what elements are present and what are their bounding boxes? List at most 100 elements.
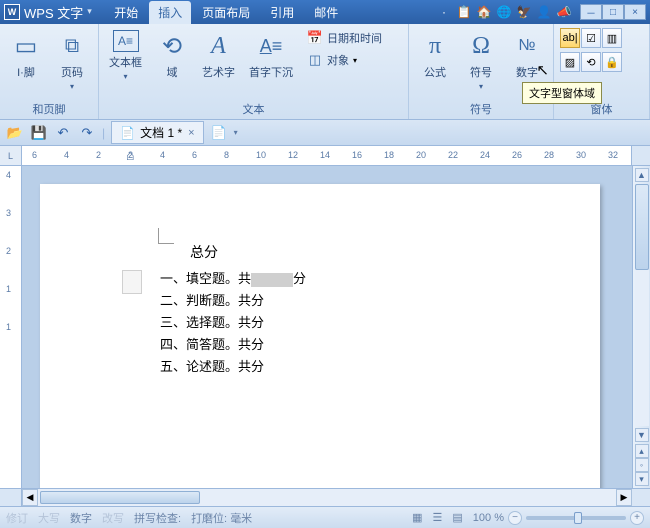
app-title: WPS 文字 — [24, 3, 83, 22]
document-page[interactable]: 总分 一、填空题。共分二、判断题。共分三、选择题。共分四、简答题。共分五、论述题… — [40, 184, 600, 488]
new-doc-button[interactable]: 📄 — [210, 124, 228, 142]
ribbon-group-form: ab| ☑ ▥ ▨ ⟲ 🔒 窗体 — [554, 24, 650, 119]
scroll-right-button[interactable]: ▶ — [616, 489, 632, 506]
scroll-up-button[interactable]: ▲ — [635, 168, 649, 182]
header-footer-button[interactable]: ▭ I·脚 — [6, 28, 46, 82]
tab-start[interactable]: 开始 — [105, 1, 147, 24]
redo-button[interactable]: ↷ — [78, 124, 96, 142]
browse-object-button[interactable]: ◦ — [635, 458, 649, 472]
scroll-thumb[interactable] — [635, 184, 649, 270]
title-bar: W WPS 文字 ▾ 开始 插入 页面布局 引用 邮件 · 📋 🏠 🌐 🦅 👤 … — [0, 0, 650, 24]
tab-references[interactable]: 引用 — [261, 1, 303, 24]
document-tab[interactable]: 📄 文档 1 * × — [111, 121, 203, 144]
home-icon[interactable]: 🏠 — [476, 4, 492, 20]
undo-button[interactable]: ↶ — [54, 124, 72, 142]
ribbon-group-text: A≡ 文本框 ▾ ⟲ 域 A 艺术字 A≡ 首字下沉 📅 日期和时间 — [99, 24, 409, 119]
ruler-tick: 14 — [320, 150, 330, 160]
checkbox-form-field-button[interactable]: ☑ — [581, 28, 601, 48]
chevron-down-icon: ▾ — [479, 82, 483, 91]
horizontal-scrollbar[interactable]: ◀ ▶ — [0, 488, 650, 506]
doc-line-suffix: 分 — [293, 271, 306, 286]
protect-form-button[interactable]: 🔒 — [602, 52, 622, 72]
dropcap-label: 首字下沉 — [249, 64, 293, 80]
prev-page-button[interactable]: ▴ — [635, 444, 649, 458]
view-print-layout-button[interactable]: ▦ — [412, 511, 422, 524]
save-button[interactable]: 💾 — [30, 124, 48, 142]
number-label: 数字 — [516, 64, 538, 80]
textbox-button[interactable]: A≡ 文本框 ▾ — [105, 28, 146, 83]
omega-icon: Ω — [465, 30, 497, 62]
formula-button[interactable]: π 公式 — [415, 28, 455, 82]
dropcap-button[interactable]: A≡ 首字下沉 — [245, 28, 297, 82]
maximize-button[interactable]: □ — [602, 4, 624, 20]
doc-line: 四、简答题。共分 — [160, 334, 600, 356]
reset-form-button[interactable]: ⟲ — [581, 52, 601, 72]
clipboard-icon[interactable]: 📋 — [456, 4, 472, 20]
horizontal-ruler[interactable]: ⌂ 6422468101214161820222426283032 — [22, 146, 632, 165]
ruler-row: L ⌂ 6422468101214161820222426283032 — [0, 146, 650, 166]
vruler-tick: 2 — [6, 246, 11, 256]
ruler-tick: 2 — [128, 150, 133, 160]
vertical-ruler[interactable]: 43211 — [0, 166, 22, 488]
window-controls: － □ × — [580, 4, 646, 20]
status-overtype[interactable]: 改写 — [102, 510, 124, 526]
hscroll-track[interactable] — [38, 489, 616, 506]
globe-icon[interactable]: 🌐 — [496, 4, 512, 20]
minimize-button[interactable]: － — [580, 4, 602, 20]
ruler-tick: 2 — [96, 150, 101, 160]
app-menu-dropdown[interactable]: ▾ — [87, 6, 99, 18]
bird-icon[interactable]: 🦅 — [516, 4, 532, 20]
scroll-track[interactable] — [635, 184, 649, 426]
page-number-button[interactable]: ⧉ 页码 ▾ — [52, 28, 92, 93]
wordart-button[interactable]: A 艺术字 — [198, 28, 239, 82]
symbol-button[interactable]: Ω 符号 ▾ — [461, 28, 501, 93]
page-area[interactable]: 总分 一、填空题。共分二、判断题。共分三、选择题。共分四、简答题。共分五、论述题… — [22, 166, 632, 488]
view-web-button[interactable]: ▤ — [452, 511, 462, 524]
formula-label: 公式 — [424, 64, 446, 80]
form-shading-button[interactable]: ▨ — [560, 52, 580, 72]
close-button[interactable]: × — [624, 4, 646, 20]
object-button[interactable]: ◫ 对象 ▾ — [303, 50, 386, 70]
chevron-down-icon: ▾ — [353, 56, 357, 65]
vertical-scrollbar[interactable]: ▲ ▼ ▴ ◦ ▾ — [632, 166, 650, 488]
status-track[interactable]: 修订 — [6, 510, 28, 526]
status-spell[interactable]: 拼写检查: — [134, 510, 181, 526]
hscroll-thumb[interactable] — [40, 491, 200, 504]
field-button[interactable]: ⟲ 域 — [152, 28, 192, 82]
scroll-down-button[interactable]: ▼ — [635, 428, 649, 442]
tab-mailings[interactable]: 邮件 — [305, 1, 347, 24]
page-number-icon: ⧉ — [56, 30, 88, 62]
view-outline-button[interactable]: ☰ — [433, 511, 443, 524]
zoom-knob[interactable] — [574, 512, 582, 524]
status-num[interactable]: 数字 — [70, 510, 92, 526]
status-caps[interactable]: 大写 — [38, 510, 60, 526]
object-label: 对象 — [327, 52, 349, 68]
user-icon[interactable]: 👤 — [536, 4, 552, 20]
tab-page-layout[interactable]: 页面布局 — [193, 1, 259, 24]
doc-heading: 总分 — [190, 242, 600, 262]
number-button[interactable]: № 数字 — [507, 28, 547, 82]
text-form-field-button[interactable]: ab| — [560, 28, 580, 48]
zoom-in-button[interactable]: + — [630, 511, 644, 525]
zoom-out-button[interactable]: − — [508, 511, 522, 525]
symbol-label: 符号 — [470, 64, 492, 80]
ruler-tick: 24 — [480, 150, 490, 160]
text-cursor-icon — [158, 228, 174, 244]
announce-icon[interactable]: 📣 — [556, 4, 572, 20]
close-tab-button[interactable]: × — [188, 127, 194, 139]
ribbon-group-header-footer: ▭ I·脚 ⧉ 页码 ▾ 和页脚 — [0, 24, 99, 119]
ruler-tick: 8 — [224, 150, 229, 160]
scroll-left-button[interactable]: ◀ — [22, 489, 38, 506]
dropdown-form-field-button[interactable]: ▥ — [602, 28, 622, 48]
zoom-slider[interactable] — [526, 516, 626, 520]
doc-line: 二、判断题。共分 — [160, 290, 600, 312]
datetime-button[interactable]: 📅 日期和时间 — [303, 28, 386, 48]
text-form-field[interactable] — [251, 273, 293, 287]
ruler-tick: 10 — [256, 150, 266, 160]
tab-insert[interactable]: 插入 — [149, 1, 191, 24]
next-page-button[interactable]: ▾ — [635, 472, 649, 486]
open-button[interactable]: 📂 — [6, 124, 24, 142]
number-icon: № — [511, 30, 543, 62]
zoom-percent[interactable]: 100 % — [473, 512, 504, 524]
status-unit[interactable]: 打磨位: 毫米 — [191, 510, 252, 526]
